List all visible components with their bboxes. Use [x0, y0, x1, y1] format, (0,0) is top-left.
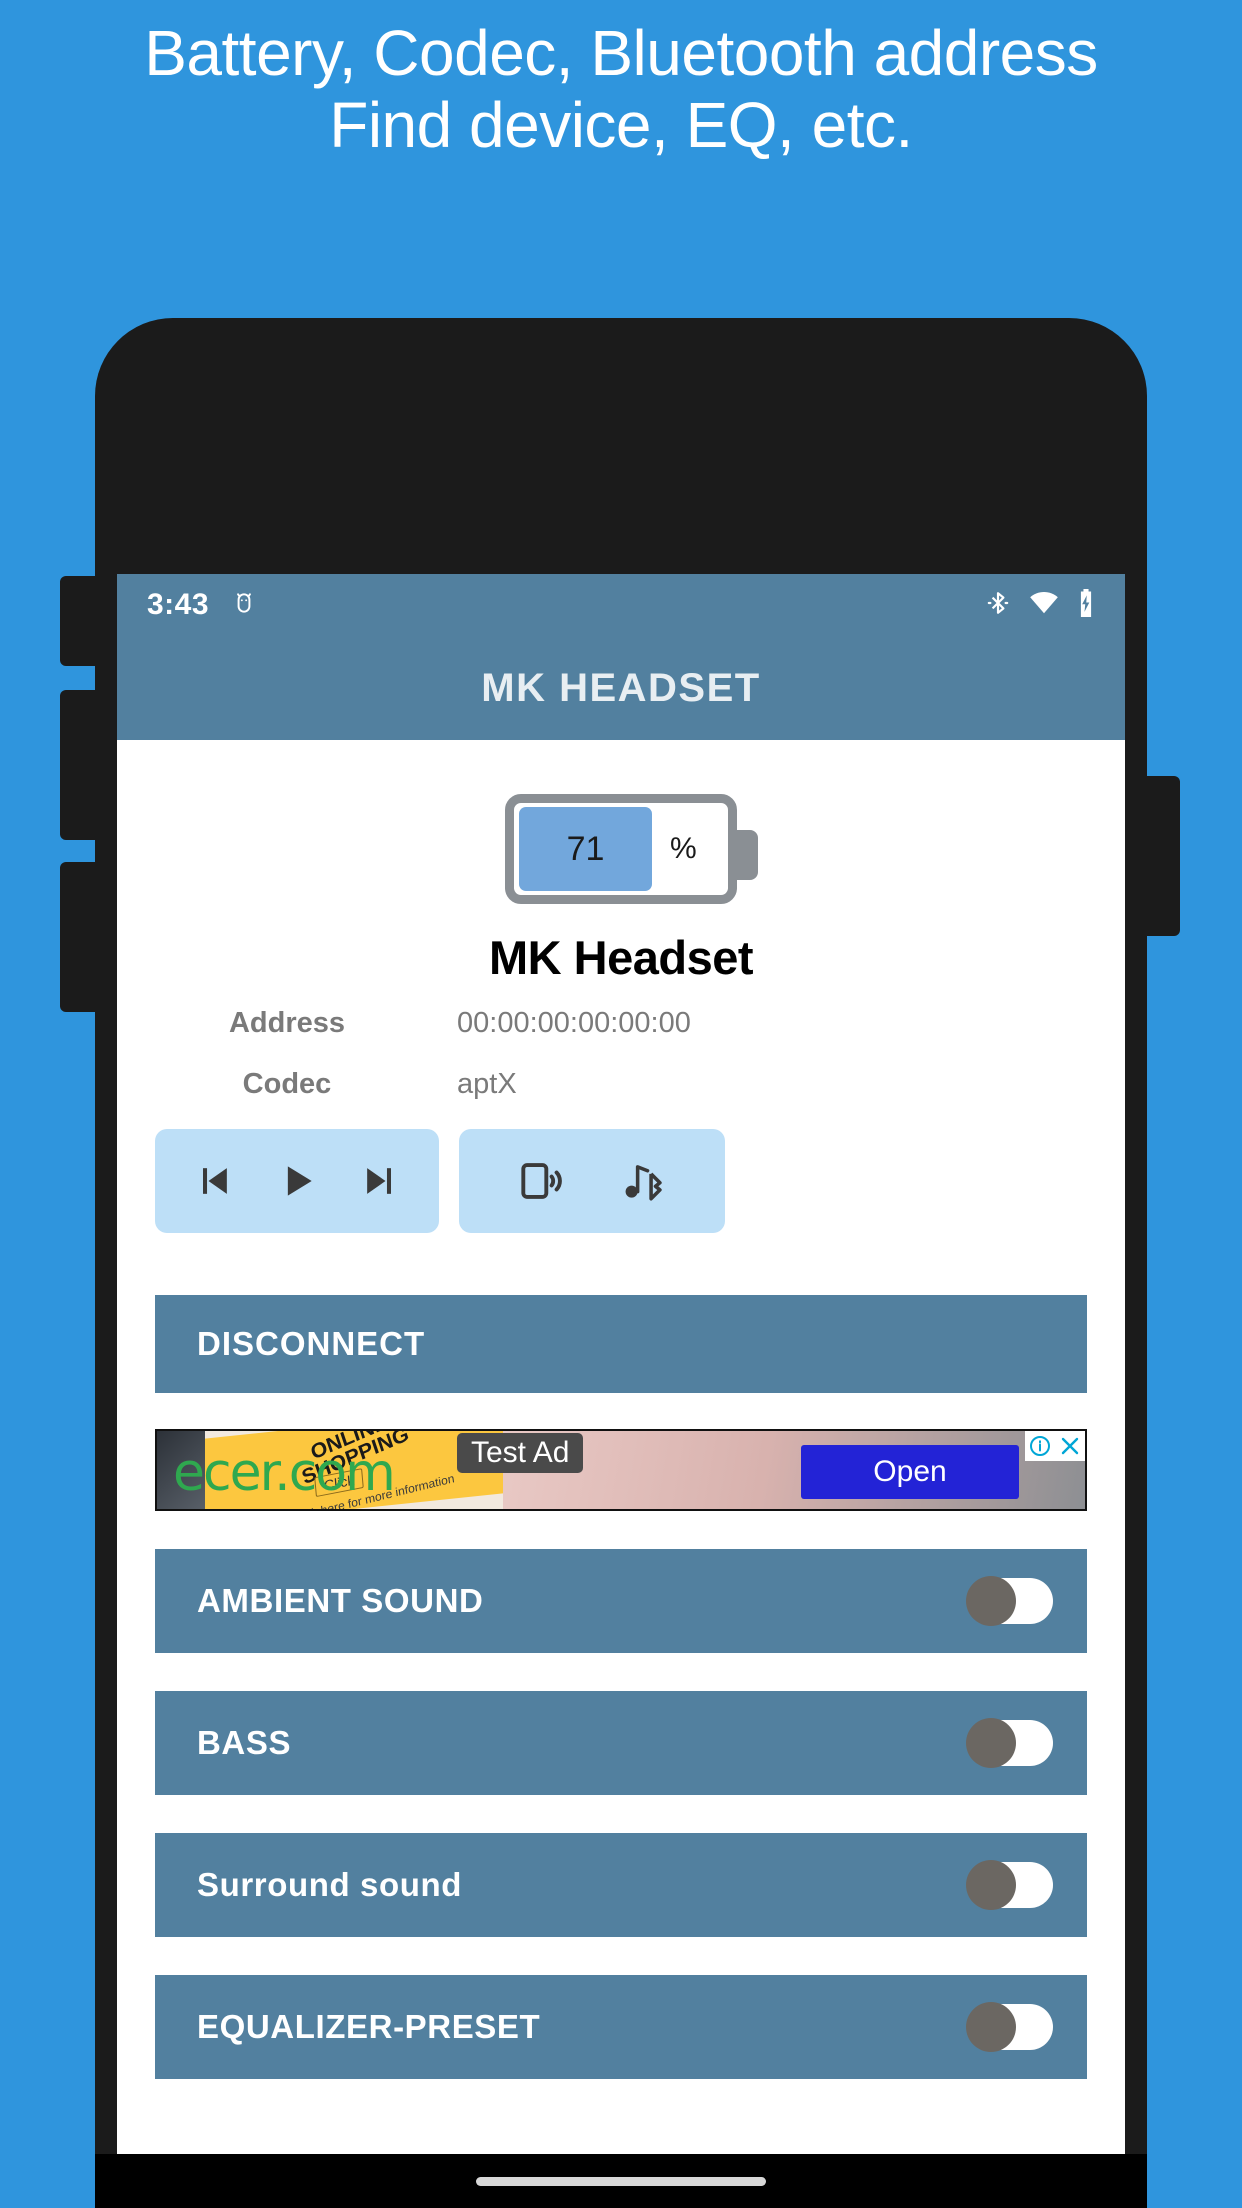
address-label: Address [228, 1007, 346, 1039]
app-bar: MK HEADSET [117, 636, 1125, 740]
codec-value: aptX [457, 1068, 517, 1100]
ad-banner[interactable]: ONLINE SHOPPING Click Click here for mor… [155, 1429, 1087, 1511]
toggle-knob [966, 1860, 1016, 1910]
toggle-label-bass: BASS [197, 1724, 292, 1761]
info-row-address: Address 00:00:00:00:00:00 [117, 1007, 1125, 1040]
battery-fill: 71 [519, 807, 652, 891]
toggle-switch-surround-sound[interactable] [966, 1860, 1053, 1910]
bluetooth-audio-button[interactable] [621, 1158, 667, 1204]
app-title: MK HEADSET [481, 665, 761, 710]
toggle-row-surround-sound[interactable]: Surround sound [155, 1833, 1087, 1937]
bluetooth-icon [985, 589, 1011, 622]
ad-logo: ecer.com [173, 1443, 396, 1503]
toggle-switch-bass[interactable] [966, 1718, 1053, 1768]
device-name: MK Headset [488, 931, 754, 984]
info-row-codec: Codec aptX [117, 1068, 1125, 1101]
device-action-panel [459, 1129, 725, 1233]
screenshot-root: Battery, Codec, Bluetooth address Find d… [0, 0, 1242, 2208]
find-device-button[interactable] [518, 1158, 564, 1204]
toggle-label-ambient-sound: AMBIENT SOUND [197, 1582, 484, 1619]
home-indicator-bar [95, 2154, 1147, 2208]
toggle-label-surround-sound: Surround sound [197, 1866, 463, 1903]
previous-track-button[interactable] [192, 1159, 236, 1203]
codec-label: Codec [242, 1068, 332, 1100]
toggle-label-equalizer-preset: EQUALIZER-PRESET [197, 2008, 541, 2045]
toggle-row-equalizer-preset[interactable]: EQUALIZER-PRESET [155, 1975, 1087, 2079]
toggle-row-bass[interactable]: BASS [155, 1691, 1087, 1795]
ad-open-button[interactable]: Open [801, 1445, 1019, 1499]
address-value: 00:00:00:00:00:00 [457, 1007, 691, 1039]
toggle-switch-ambient-sound[interactable] [966, 1576, 1053, 1626]
promo-line-2: Find device, EQ, etc. [329, 88, 913, 161]
promo-headline: Battery, Codec, Bluetooth address Find d… [0, 17, 1242, 161]
battery-charging-icon [1077, 588, 1095, 622]
wifi-icon [1029, 591, 1059, 620]
toggle-switch-equalizer-preset[interactable] [966, 2002, 1053, 2052]
close-icon[interactable] [1055, 1431, 1085, 1461]
status-bar: 3:43 [117, 574, 1125, 636]
next-track-button[interactable] [358, 1159, 402, 1203]
phone-frame: 3:43 MK HEADSET 71 % MK Headset Address … [95, 318, 1147, 2208]
battery-graphic: 71 % [505, 794, 758, 904]
toggle-row-ambient-sound[interactable]: AMBIENT SOUND [155, 1549, 1087, 1653]
battery-indicator: 71 % [117, 794, 1125, 904]
status-bar-clock: 3:43 [147, 588, 210, 621]
ad-test-label: Test Ad [457, 1433, 584, 1473]
device-info-table: Address 00:00:00:00:00:00 Codec aptX [117, 1007, 1125, 1101]
android-debug-icon [231, 590, 257, 621]
toggle-knob [966, 2002, 1016, 2052]
home-indicator[interactable] [476, 2176, 766, 2186]
battery-percent-value: 71 [566, 829, 605, 868]
media-control-panel [155, 1129, 439, 1233]
status-bar-right [985, 588, 1095, 622]
toggle-knob [966, 1718, 1016, 1768]
main-content: 71 % MK Headset Address 00:00:00:00:00:0… [117, 740, 1125, 2079]
phone-screen: 3:43 MK HEADSET 71 % MK Headset Address … [117, 574, 1125, 2208]
disconnect-button[interactable]: DISCONNECT [155, 1295, 1087, 1393]
toggle-knob [966, 1576, 1016, 1626]
control-panels [117, 1129, 1125, 1233]
disconnect-label: DISCONNECT [197, 1325, 426, 1362]
play-button[interactable] [275, 1159, 319, 1203]
battery-percent-symbol: % [670, 832, 697, 865]
status-bar-left: 3:43 [147, 588, 257, 622]
info-icon[interactable] [1025, 1431, 1055, 1461]
promo-line-1: Battery, Codec, Bluetooth address [144, 17, 1098, 89]
ad-controls [1025, 1431, 1085, 1461]
